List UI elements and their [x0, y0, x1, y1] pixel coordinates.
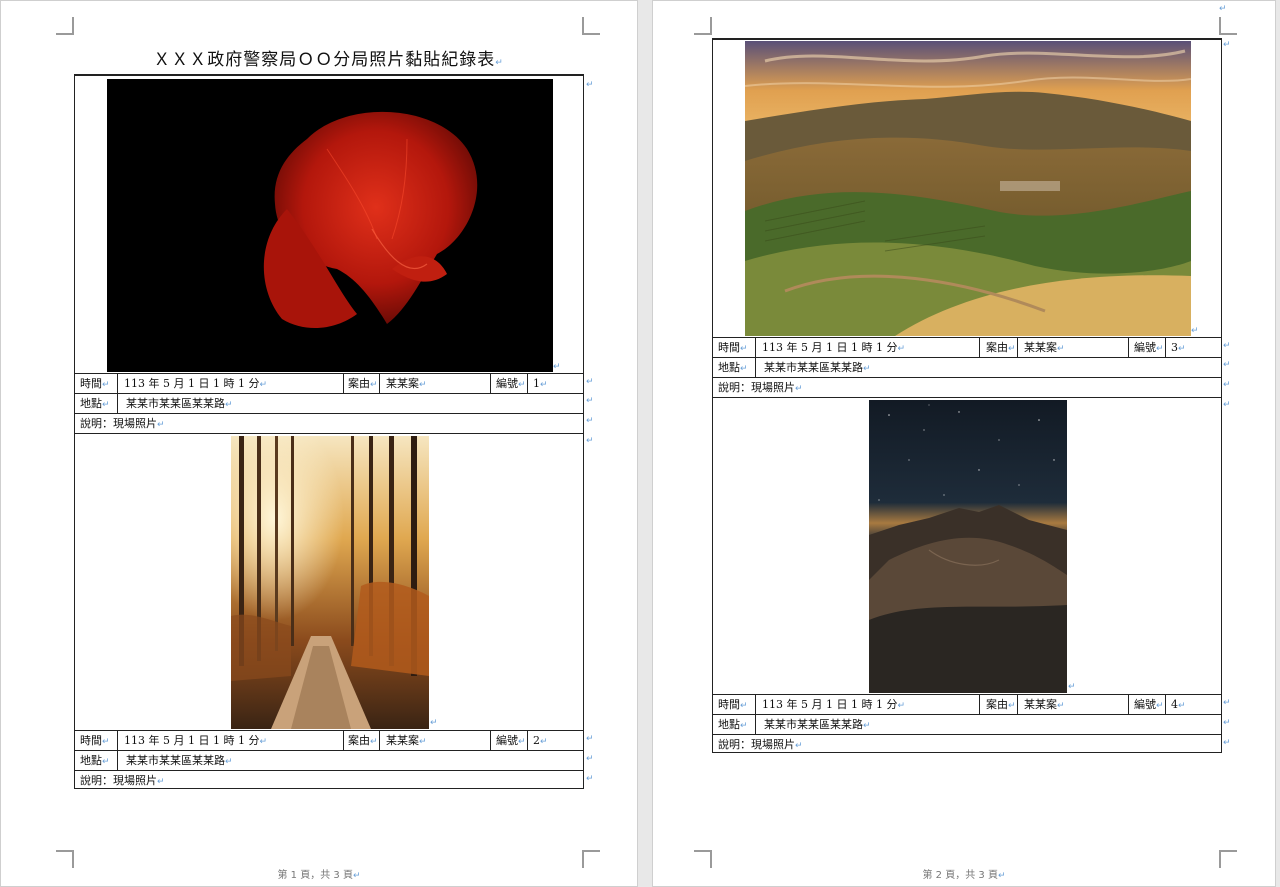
record-3-time-row: 時間↵ 113 年 5 月 1 日 1 時 1 分↵ 案由↵ 某某案↵ 編號↵ … [713, 337, 1221, 357]
paragraph-mark-icon: ↵ [1223, 380, 1231, 390]
paragraph-mark-icon: ↵ [1223, 738, 1231, 748]
paragraph-mark-icon: ↵ [1223, 698, 1231, 708]
document-title[interactable]: ＸＸＸ政府警察局ＯＯ分局照片黏貼紀錄表↵ [74, 45, 583, 70]
location-value[interactable]: 某某市某某區某某路↵ [126, 394, 233, 413]
record-1-time-row: 時間↵ 113 年 5 月 1 日 1 時 1 分↵ 案由↵ 某某案↵ 編號↵ … [75, 373, 583, 393]
location-label: 地點↵ [80, 397, 110, 410]
record-2-location-row: 地點↵ 某某市某某區某某路↵ [75, 750, 583, 770]
location-label: 地點↵ [718, 718, 748, 731]
paragraph-mark-icon: ↵ [586, 80, 594, 90]
location-label: 地點↵ [80, 754, 110, 767]
record-2-description-row: 說明：現場照片↵ [75, 770, 583, 790]
photo-3[interactable] [745, 41, 1191, 336]
crop-mark-top-right [582, 17, 600, 35]
paragraph-mark-icon: ↵ [586, 754, 594, 764]
case-label: 案由↵ [986, 698, 1016, 711]
cell-end-mark-icon: ↵ [430, 718, 438, 728]
number-value[interactable]: 2↵ [533, 731, 548, 750]
number-value[interactable]: 4↵ [1171, 695, 1186, 714]
case-label: 案由↵ [986, 341, 1016, 354]
document-page-2: ↵ ↵ 時間↵ 113 年 5 月 1 日 1 時 1 分↵ 案由↵ 某某案↵ … [652, 0, 1276, 887]
number-label: 編號↵ [496, 734, 526, 747]
paragraph-mark-icon: ↵ [1223, 40, 1231, 50]
location-value[interactable]: 某某市某某區某某路↵ [764, 358, 871, 377]
location-label: 地點↵ [718, 361, 748, 374]
paragraph-mark-icon: ↵ [586, 377, 594, 387]
hillside-vineyard-sunset-photo [745, 41, 1191, 336]
paragraph-mark-icon: ↵ [586, 734, 594, 744]
record-table-page-1: ↵ 時間↵ 113 年 5 月 1 日 1 時 1 分↵ 案由↵ 某某案↵ 編號… [74, 74, 584, 789]
description-text[interactable]: 說明：現場照片↵ [80, 771, 165, 790]
record-4-location-row: 地點↵ 某某市某某區某某路↵ [713, 714, 1221, 734]
paragraph-mark-icon: ↵ [586, 396, 594, 406]
cell-end-mark-icon: ↵ [1068, 682, 1076, 692]
case-value[interactable]: 某某案↵ [1024, 695, 1065, 714]
paragraph-mark-icon: ↵ [1223, 360, 1231, 370]
time-value[interactable]: 113 年 5 月 1 日 1 時 1 分↵ [762, 695, 905, 714]
photo-1[interactable] [107, 79, 553, 372]
paragraph-mark-icon: ↵ [586, 774, 594, 784]
number-value[interactable]: 3↵ [1171, 338, 1186, 357]
document-page-1: ＸＸＸ政府警察局ＯＯ分局照片黏貼紀錄表↵ ↵ 時間↵ 113 年 5 月 1 日… [0, 0, 638, 887]
number-label: 編號↵ [1134, 341, 1164, 354]
cell-end-mark-icon: ↵ [553, 362, 561, 372]
photo-2[interactable] [231, 436, 429, 729]
crop-mark-top-right [1219, 17, 1237, 35]
record-1-description-row: 說明：現場照片↵ [75, 413, 583, 433]
number-label: 編號↵ [1134, 698, 1164, 711]
paragraph-mark-icon: ↵ [586, 436, 594, 446]
number-value[interactable]: 1↵ [533, 374, 548, 393]
record-1-location-row: 地點↵ 某某市某某區某某路↵ [75, 393, 583, 413]
time-label: 時間↵ [80, 377, 110, 390]
paragraph-mark-icon: ↵ [1223, 718, 1231, 728]
photo-4[interactable] [869, 400, 1067, 693]
location-value[interactable]: 某某市某某區某某路↵ [764, 715, 871, 734]
time-label: 時間↵ [80, 734, 110, 747]
cell-end-mark-icon: ↵ [1191, 326, 1199, 336]
number-label: 編號↵ [496, 377, 526, 390]
case-value[interactable]: 某某案↵ [386, 374, 427, 393]
case-value[interactable]: 某某案↵ [1024, 338, 1065, 357]
paragraph-mark-icon: ↵ [1219, 4, 1227, 14]
crop-mark-top-left [56, 17, 74, 35]
description-text[interactable]: 說明：現場照片↵ [718, 735, 803, 754]
red-betta-fish-photo [107, 79, 553, 372]
page-footer: 第 2 頁，共 3 頁↵ [922, 870, 1006, 881]
record-table-page-2: ↵ 時間↵ 113 年 5 月 1 日 1 時 1 分↵ 案由↵ 某某案↵ 編號… [712, 38, 1222, 753]
record-3-location-row: 地點↵ 某某市某某區某某路↵ [713, 357, 1221, 377]
record-4-description-row: 說明：現場照片↵ [713, 734, 1221, 754]
description-text[interactable]: 說明：現場照片↵ [80, 414, 165, 433]
mountain-night-sky-photo [869, 400, 1067, 693]
paragraph-mark-icon: ↵ [1223, 341, 1231, 351]
time-value[interactable]: 113 年 5 月 1 日 1 時 1 分↵ [124, 731, 267, 750]
location-value[interactable]: 某某市某某區某某路↵ [126, 751, 233, 770]
record-3-description-row: 說明：現場照片↵ [713, 377, 1221, 397]
time-label: 時間↵ [718, 341, 748, 354]
crop-mark-top-left [694, 17, 712, 35]
page-footer: 第 1 頁，共 3 頁↵ [277, 870, 361, 881]
sunlit-forest-path-photo [231, 436, 429, 729]
paragraph-mark-icon: ↵ [1223, 400, 1231, 410]
case-label: 案由↵ [348, 377, 378, 390]
case-label: 案由↵ [348, 734, 378, 747]
paragraph-mark-icon: ↵ [586, 416, 594, 426]
description-text[interactable]: 說明：現場照片↵ [718, 378, 803, 397]
time-label: 時間↵ [718, 698, 748, 711]
time-value[interactable]: 113 年 5 月 1 日 1 時 1 分↵ [762, 338, 905, 357]
record-4-time-row: 時間↵ 113 年 5 月 1 日 1 時 1 分↵ 案由↵ 某某案↵ 編號↵ … [713, 694, 1221, 714]
paragraph-mark-icon: ↵ [495, 58, 504, 68]
time-value[interactable]: 113 年 5 月 1 日 1 時 1 分↵ [124, 374, 267, 393]
case-value[interactable]: 某某案↵ [386, 731, 427, 750]
record-2-time-row: 時間↵ 113 年 5 月 1 日 1 時 1 分↵ 案由↵ 某某案↵ 編號↵ … [75, 730, 583, 750]
